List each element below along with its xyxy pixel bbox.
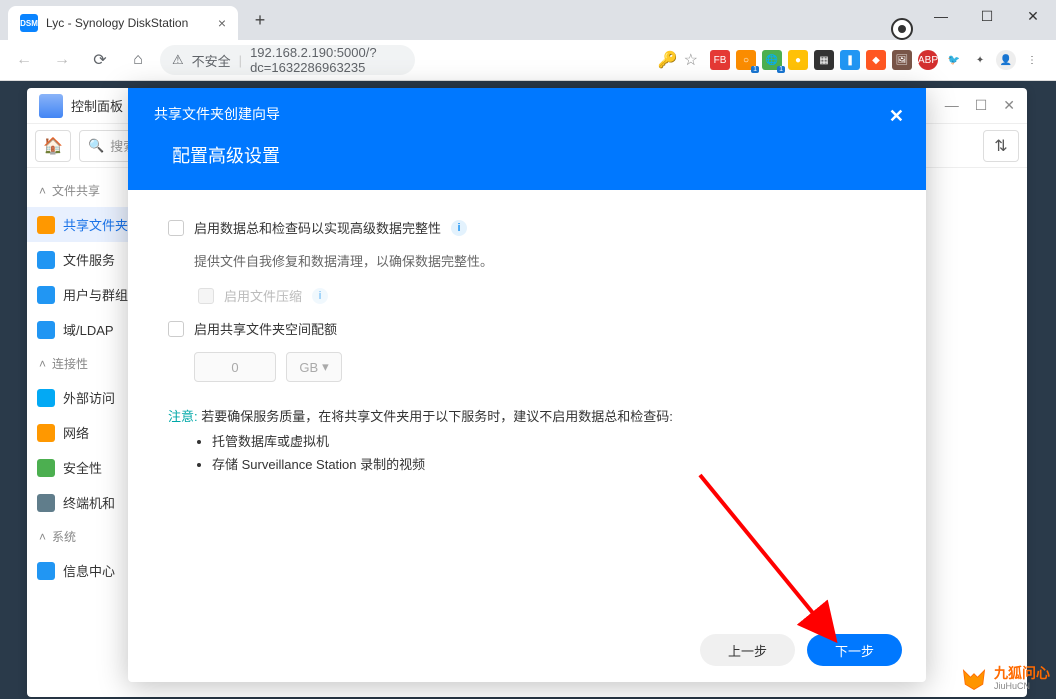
shield-icon — [37, 459, 55, 477]
sidebar-item-security[interactable]: 安全性 — [27, 450, 136, 485]
chevron-up-icon: ˄ — [39, 530, 46, 544]
browser-tab[interactable]: DSM Lyc - Synology DiskStation × — [8, 6, 238, 40]
home-button[interactable]: 🏠 — [35, 130, 71, 162]
minimize-button[interactable]: — — [945, 97, 959, 114]
info-icon[interactable]: i — [451, 220, 467, 236]
ext-icon[interactable]: ○1 — [736, 50, 756, 70]
ext-icon[interactable]: ◆ — [866, 50, 886, 70]
folder-icon — [37, 216, 55, 234]
url-text: 192.168.2.190:5000/?dc=1632286963235 — [250, 45, 403, 75]
option-checksum[interactable]: 启用数据总和检查码以实现高级数据完整性 i — [168, 218, 886, 237]
star-icon[interactable]: ☆ — [684, 50, 698, 70]
quota-input — [194, 352, 276, 382]
dialog-title: 共享文件夹创建向导 — [154, 104, 900, 124]
terminal-icon — [37, 494, 55, 512]
sidebar-item-shared-folder[interactable]: 共享文件夹 — [27, 207, 136, 242]
external-icon — [37, 389, 55, 407]
forward-button[interactable]: → — [46, 44, 78, 76]
checkbox[interactable] — [168, 220, 184, 236]
option-quota[interactable]: 启用共享文件夹空间配额 — [168, 319, 886, 338]
sidebar-item-external-access[interactable]: 外部访问 — [27, 380, 136, 415]
incognito-badge — [891, 18, 913, 40]
maximize-button[interactable]: ☐ — [975, 97, 988, 114]
sidebar-item-terminal[interactable]: 终端机和 — [27, 485, 136, 520]
checkbox — [198, 288, 214, 304]
ext-icon[interactable]: ❚ — [840, 50, 860, 70]
option-compression: 启用文件压缩 i — [198, 286, 886, 305]
sidebar-item-domain-ldap[interactable]: 域/LDAP — [27, 312, 136, 347]
info-icon — [37, 562, 55, 580]
menu-button[interactable]: ⋮ — [1022, 50, 1042, 70]
extensions-button[interactable]: ✦ — [970, 50, 990, 70]
dialog-content: 启用数据总和检查码以实现高级数据完整性 i 提供文件自我修复和数据清理，以确保数… — [128, 190, 926, 618]
window-controls: — ☐ ✕ — [918, 0, 1056, 32]
maximize-button[interactable]: ☐ — [964, 0, 1010, 32]
chevron-up-icon: ˄ — [39, 184, 46, 198]
network-icon — [37, 424, 55, 442]
close-button[interactable]: ✕ — [1003, 97, 1015, 114]
close-icon[interactable]: × — [218, 15, 226, 31]
wizard-dialog: 共享文件夹创建向导 配置高级设置 ✕ 启用数据总和检查码以实现高级数据完整性 i… — [128, 88, 926, 682]
ext-icon[interactable]: ● — [788, 50, 808, 70]
dialog-subtitle: 配置高级设置 — [154, 142, 900, 168]
quota-unit-select: GB▾ — [286, 352, 342, 382]
watermark: 九狐问心 JiuHuCN — [960, 665, 1050, 693]
sidebar-item-file-services[interactable]: 文件服务 — [27, 242, 136, 277]
home-button[interactable]: ⌂ — [122, 44, 154, 76]
section-system[interactable]: ˄系统 — [27, 520, 136, 553]
sidebar-item-user-group[interactable]: 用户与群组 — [27, 277, 136, 312]
section-connectivity[interactable]: ˄连接性 — [27, 347, 136, 380]
prev-button[interactable]: 上一步 — [700, 634, 795, 666]
back-button[interactable]: ← — [8, 44, 40, 76]
dialog-header: 共享文件夹创建向导 配置高级设置 ✕ — [128, 88, 926, 190]
close-button[interactable]: ✕ — [1010, 0, 1056, 32]
section-file-sharing[interactable]: ˄文件共享 — [27, 174, 136, 207]
ext-icon[interactable]: ABP — [918, 50, 938, 70]
minimize-button[interactable]: — — [918, 0, 964, 32]
next-button[interactable]: 下一步 — [807, 634, 902, 666]
address-bar: ← → ⟳ ⌂ ⚠ 不安全 | 192.168.2.190:5000/?dc=1… — [0, 40, 1056, 80]
browser-chrome: DSM Lyc - Synology DiskStation × + — ☐ ✕… — [0, 0, 1056, 81]
ext-icon[interactable]: FB — [710, 50, 730, 70]
ext-icon[interactable]: ▦ — [814, 50, 834, 70]
sort-button[interactable]: ⇅ — [983, 130, 1019, 162]
favicon: DSM — [20, 14, 38, 32]
extension-icons: FB ○1 🌐1 ● ▦ ❚ ◆ 🖼 ABP 🐦 ✦ 👤 ⋮ — [704, 50, 1048, 70]
note-item: 托管数据库或虚拟机 — [212, 431, 886, 450]
url-input[interactable]: ⚠ 不安全 | 192.168.2.190:5000/?dc=163228696… — [160, 45, 415, 75]
chevron-down-icon: ▾ — [322, 359, 329, 375]
services-icon — [37, 251, 55, 269]
warning-icon: ⚠ — [172, 52, 184, 68]
control-panel-icon — [39, 94, 63, 118]
close-button[interactable]: ✕ — [889, 106, 904, 127]
sidebar-item-info-center[interactable]: 信息中心 — [27, 553, 136, 588]
sidebar-item-network[interactable]: 网络 — [27, 415, 136, 450]
ext-icon[interactable]: 🐦 — [944, 50, 964, 70]
security-label: 不安全 — [192, 51, 231, 70]
fox-icon — [960, 665, 988, 693]
checksum-description: 提供文件自我修复和数据清理，以确保数据完整性。 — [194, 251, 886, 270]
note-section: 注意: 若要确保服务质量，在将共享文件夹用于以下服务时，建议不启用数据总和检查码… — [168, 406, 886, 473]
quota-controls: GB▾ — [194, 352, 886, 382]
ext-icon[interactable]: 🖼 — [892, 50, 912, 70]
note-label: 注意: — [168, 409, 198, 424]
dialog-footer: 上一步 下一步 — [128, 618, 926, 682]
info-icon[interactable]: i — [312, 288, 328, 304]
users-icon — [37, 286, 55, 304]
tab-title: Lyc - Synology DiskStation — [46, 16, 210, 30]
search-icon: 🔍 — [88, 138, 104, 154]
checkbox[interactable] — [168, 321, 184, 337]
note-item: 存储 Surveillance Station 录制的视频 — [212, 454, 886, 473]
sidebar: ˄文件共享 共享文件夹 文件服务 用户与群组 域/LDAP ˄连接性 外部访问 … — [27, 168, 137, 588]
ext-icon[interactable]: 🌐1 — [762, 50, 782, 70]
chevron-up-icon: ˄ — [39, 357, 46, 371]
new-tab-button[interactable]: + — [246, 6, 274, 34]
key-icon[interactable]: 🔑 — [658, 50, 678, 70]
ldap-icon — [37, 321, 55, 339]
reload-button[interactable]: ⟳ — [84, 44, 116, 76]
profile-button[interactable]: 👤 — [996, 50, 1016, 70]
